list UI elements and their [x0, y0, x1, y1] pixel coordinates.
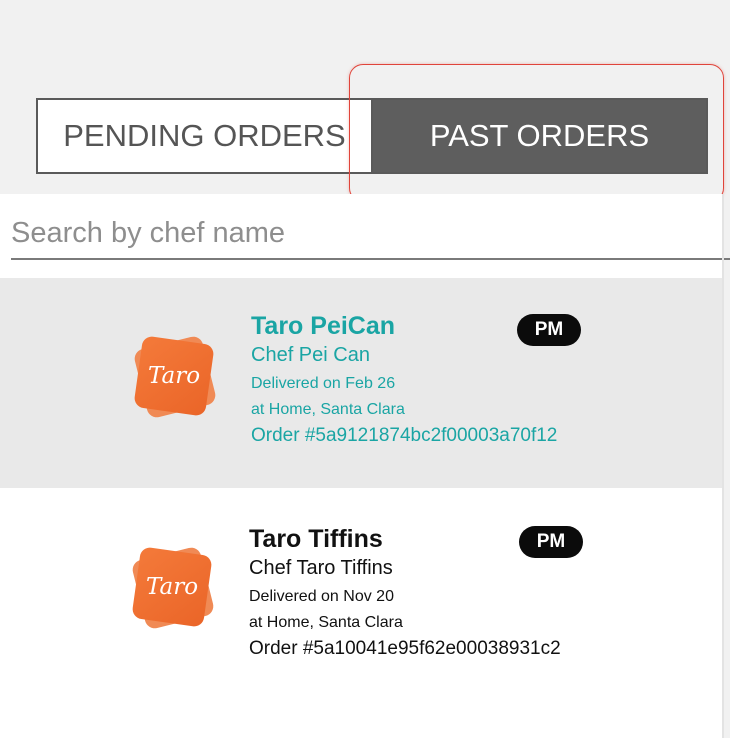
delivery-location: at Home, Santa Clara: [251, 401, 405, 418]
order-id: Order #5a9121874bc2f00003a70f12: [251, 425, 558, 446]
tab-past-orders[interactable]: PAST ORDERS: [371, 98, 708, 174]
orders-panel: Taro Taro PeiCan Chef Pei Can Delivered …: [0, 194, 730, 738]
taro-logo-icon: Taro: [132, 334, 218, 420]
chef-name: Chef Taro Tiffins: [249, 557, 393, 579]
chef-search-input[interactable]: [11, 208, 730, 260]
order-details: Taro PeiCan Chef Pei Can Delivered on Fe…: [251, 312, 557, 447]
order-id: Order #5a10041e95f62e00038931c2: [249, 638, 561, 659]
tab-pending-orders[interactable]: PENDING ORDERS: [36, 98, 371, 174]
delivery-location: at Home, Santa Clara: [249, 614, 403, 631]
taro-logo-icon: Taro: [130, 545, 216, 631]
chef-name: Chef Pei Can: [251, 344, 370, 366]
restaurant-name: Taro Tiffins: [249, 525, 383, 553]
order-tabs: PENDING ORDERS PAST ORDERS: [36, 98, 708, 174]
order-list-item[interactable]: Taro Taro Tiffins Chef Taro Tiffins Deli…: [0, 489, 722, 699]
restaurant-name: Taro PeiCan: [251, 312, 396, 340]
meal-time-badge: PM: [519, 526, 583, 558]
panel-divider: [722, 194, 724, 738]
order-list-item[interactable]: Taro Taro PeiCan Chef Pei Can Delivered …: [0, 278, 722, 488]
order-details: Taro Tiffins Chef Taro Tiffins Delivered…: [249, 525, 561, 660]
meal-time-badge: PM: [517, 314, 581, 346]
delivery-date: Delivered on Nov 20: [249, 588, 394, 605]
delivery-date: Delivered on Feb 26: [251, 375, 396, 392]
